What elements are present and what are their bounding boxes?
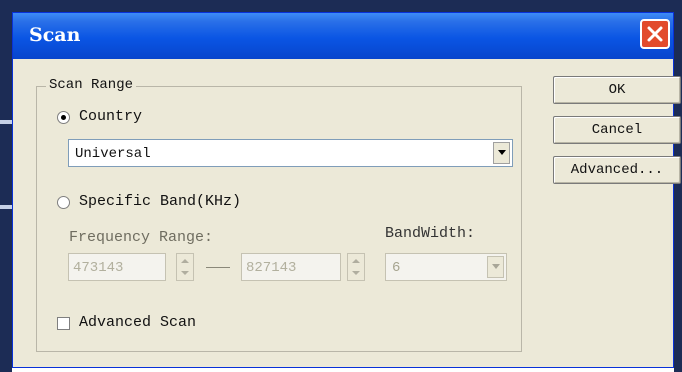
frequency-to-field[interactable]: 827143 (241, 253, 341, 281)
close-icon (647, 26, 663, 42)
scan-range-group (36, 86, 522, 352)
country-label: Country (79, 108, 143, 125)
spin-down-icon (181, 271, 189, 275)
bandwidth-value: 6 (392, 260, 401, 276)
chevron-down-icon (498, 150, 506, 155)
frequency-from-value: 473143 (73, 260, 124, 276)
frequency-to-value: 827143 (246, 260, 297, 276)
window-title: Scan (29, 24, 81, 46)
cancel-button[interactable]: Cancel (553, 116, 681, 144)
spin-up-icon (181, 259, 189, 263)
radio-selected-dot (61, 115, 66, 120)
desktop-mark (0, 120, 12, 124)
country-dropdown[interactable]: Universal (68, 139, 513, 167)
specific-band-label: Specific Band(KHz) (79, 193, 242, 210)
range-separator (206, 267, 230, 268)
spin-down-icon (352, 271, 360, 275)
spin-up-icon (352, 259, 360, 263)
bandwidth-dropdown-button[interactable] (487, 256, 504, 278)
country-radio[interactable] (57, 111, 70, 124)
frequency-range-label: Frequency Range: (69, 229, 214, 246)
close-button[interactable] (640, 19, 670, 49)
country-dropdown-button[interactable] (493, 142, 510, 164)
frequency-from-spinner[interactable] (176, 253, 194, 281)
frequency-to-spinner[interactable] (347, 253, 365, 281)
specific-band-radio[interactable] (57, 196, 70, 209)
desktop-background-right (674, 0, 682, 372)
frequency-from-field[interactable]: 473143 (68, 253, 166, 281)
bandwidth-dropdown[interactable]: 6 (385, 253, 507, 281)
desktop-background-top (0, 0, 682, 12)
desktop-mark (0, 205, 12, 209)
ok-button[interactable]: OK (553, 76, 681, 104)
scan-range-legend: Scan Range (46, 77, 137, 93)
desktop-background-left (0, 0, 12, 372)
country-dropdown-value: Universal (75, 146, 151, 162)
title-bar[interactable]: Scan (13, 13, 673, 59)
bandwidth-label: BandWidth: (385, 225, 476, 242)
advanced-button[interactable]: Advanced... (553, 156, 681, 184)
advanced-scan-label: Advanced Scan (79, 314, 197, 331)
advanced-scan-checkbox[interactable] (57, 317, 70, 330)
chevron-down-icon (492, 264, 500, 269)
scan-dialog: Scan Scan Range Country Universal Specif… (12, 12, 681, 368)
